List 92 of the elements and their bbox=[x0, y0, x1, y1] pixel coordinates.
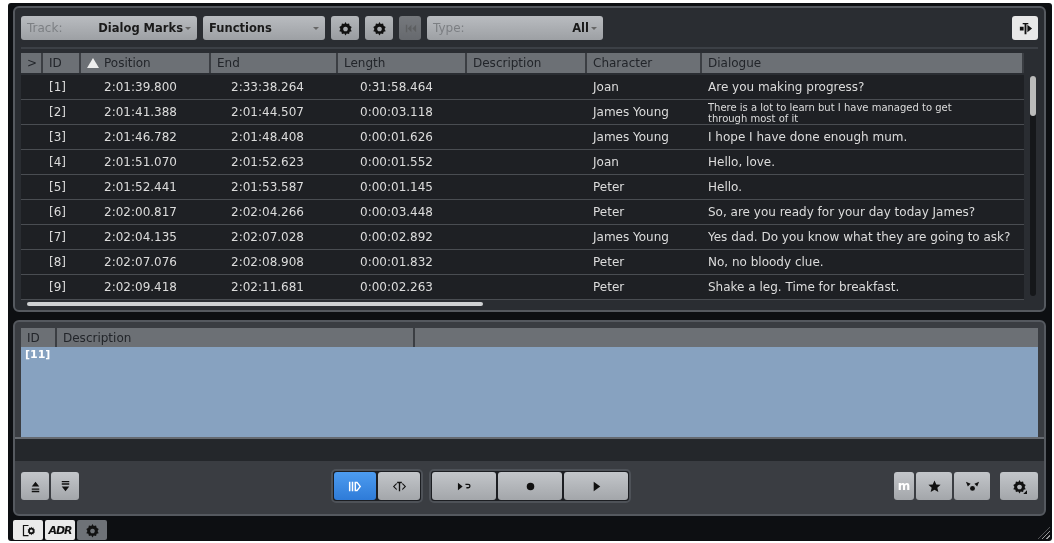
table-cell-text: [1] bbox=[48, 79, 67, 96]
table-cell-text: 0:00:01.626 bbox=[359, 129, 434, 146]
marker-button[interactable]: m bbox=[894, 472, 914, 500]
table-cell-text: I hope I have done enough mum. bbox=[707, 129, 909, 146]
table-cell-text: 2:02:00.817 bbox=[103, 204, 178, 221]
functions-dropdown[interactable]: Functions bbox=[203, 16, 325, 40]
table-cell-text: 2:01:44.507 bbox=[230, 104, 305, 121]
table-cell-text: 2:01:46.782 bbox=[103, 129, 178, 146]
table-cell-text: 2:33:38.264 bbox=[230, 79, 305, 96]
table-cell-text: Hello. bbox=[707, 179, 744, 196]
toolbar-button[interactable] bbox=[331, 16, 359, 40]
dropdown-value: All bbox=[572, 21, 589, 35]
star-icon bbox=[926, 478, 942, 494]
table-cell-text: There is a lot to learn but I have managed to get through most of it bbox=[707, 100, 953, 124]
table-cell-text: 2:02:04.135 bbox=[103, 229, 178, 246]
table-cell-text: 2:01:39.800 bbox=[103, 79, 178, 96]
table-cell-text: Are you making progress? bbox=[707, 79, 866, 96]
table-cell-text: 2:02:11.681 bbox=[230, 279, 305, 296]
table-cell-text: Peter bbox=[592, 254, 626, 271]
dropdown-value: Functions bbox=[209, 21, 273, 35]
horizontal-scrollbar[interactable] bbox=[27, 302, 483, 306]
table-cell-text: 2:01:52.441 bbox=[103, 179, 178, 196]
column-header[interactable]: Character bbox=[587, 53, 702, 73]
table-cell-text: 2:02:07.028 bbox=[230, 229, 305, 246]
table-cell-text: James Young bbox=[591, 229, 670, 246]
row-id: [11] bbox=[24, 348, 51, 361]
panel-tab[interactable] bbox=[13, 520, 43, 540]
table-cell-text: 2:02:07.076 bbox=[103, 254, 178, 271]
table-cell-text: Yes dad. Do you know what they are going to ask? bbox=[707, 229, 1012, 246]
table-cell-text: So, are you ready for your day today James? bbox=[707, 204, 977, 221]
table-cell-text: 0:00:01.832 bbox=[359, 254, 434, 271]
table-cell-text: [7] bbox=[48, 229, 67, 246]
table-cell-text: [4] bbox=[48, 154, 67, 171]
table-cell-text: James Young bbox=[591, 104, 670, 121]
table-cell-text: [5] bbox=[48, 179, 67, 196]
transport-button[interactable] bbox=[954, 472, 990, 500]
table-cell-text: Hello, love. bbox=[707, 154, 777, 171]
table-cell-text: 2:01:41.388 bbox=[103, 104, 178, 121]
column-header[interactable]: Dialogue bbox=[702, 53, 1024, 73]
transport-button[interactable] bbox=[21, 472, 49, 500]
transport-button[interactable] bbox=[1000, 472, 1038, 500]
table-cell-text: Peter bbox=[592, 279, 626, 296]
table-cell-text: [6] bbox=[48, 204, 67, 221]
table-cell-text: 0:31:58.464 bbox=[359, 79, 434, 96]
table-cell-text: [2] bbox=[48, 104, 67, 121]
table-cell-text: 2:01:53.587 bbox=[230, 179, 305, 196]
transport-button[interactable] bbox=[498, 472, 562, 500]
column-header[interactable]: End bbox=[211, 53, 338, 73]
table-cell-text: 0:00:02.263 bbox=[359, 279, 434, 296]
gear-icon bbox=[84, 522, 100, 538]
column-header[interactable]: Position bbox=[81, 53, 211, 73]
table-cell-text: Peter bbox=[592, 179, 626, 196]
table-cell-text: 0:00:01.552 bbox=[359, 154, 434, 171]
table-cell-text: Peter bbox=[592, 204, 626, 221]
table-cell-text: No, no bloody clue. bbox=[707, 254, 825, 271]
caret-icon bbox=[313, 26, 319, 30]
table-cell-text: 2:01:48.408 bbox=[230, 129, 305, 146]
gear-icon bbox=[371, 20, 387, 36]
table-cell-text: [9] bbox=[48, 279, 67, 296]
transport-button[interactable] bbox=[51, 472, 79, 500]
table-cell-text: Shake a leg. Time for breakfast. bbox=[707, 279, 901, 296]
settings-icon bbox=[1011, 478, 1027, 494]
caret-icon bbox=[591, 26, 597, 30]
panel-settings-icon bbox=[20, 522, 36, 538]
column-header[interactable]: > bbox=[21, 53, 43, 73]
table-cell-text: [3] bbox=[48, 129, 67, 146]
dropdown-value: Dialog Marks bbox=[98, 21, 183, 35]
table-cell-text: 2:02:08.908 bbox=[230, 254, 305, 271]
panel-tab[interactable]: ADR bbox=[45, 520, 75, 540]
table-cell-text: 2:02:09.418 bbox=[103, 279, 178, 296]
toolbar-button[interactable] bbox=[365, 16, 393, 40]
table-cell-text: 0:00:03.118 bbox=[359, 104, 434, 121]
table-cell-text: 2:02:04.266 bbox=[230, 204, 305, 221]
table-cell-text: [8] bbox=[48, 254, 67, 271]
transport-button[interactable] bbox=[378, 472, 420, 500]
table-cell-text: Joan bbox=[591, 79, 620, 96]
column-header[interactable]: ID bbox=[43, 53, 81, 73]
caret-icon bbox=[185, 26, 191, 30]
table-cell-text: 0:00:03.448 bbox=[359, 204, 434, 221]
table-cell-text: James Young bbox=[591, 129, 670, 146]
table-cell-text: 2:01:52.623 bbox=[230, 154, 305, 171]
table-cell-text: Joan bbox=[591, 154, 620, 171]
gear-icon bbox=[337, 20, 353, 36]
vertical-scrollbar[interactable] bbox=[1030, 76, 1036, 296]
column-header[interactable]: Description bbox=[467, 53, 587, 73]
table-cell-text: 0:00:01.145 bbox=[359, 179, 434, 196]
column-header[interactable]: Length bbox=[338, 53, 467, 73]
table-cell-text: 0:00:02.892 bbox=[359, 229, 434, 246]
layout-icon bbox=[1017, 20, 1033, 36]
layout-button[interactable] bbox=[1012, 16, 1038, 40]
transport-button[interactable] bbox=[916, 472, 952, 500]
table-cell-text: 2:01:51.070 bbox=[103, 154, 178, 171]
